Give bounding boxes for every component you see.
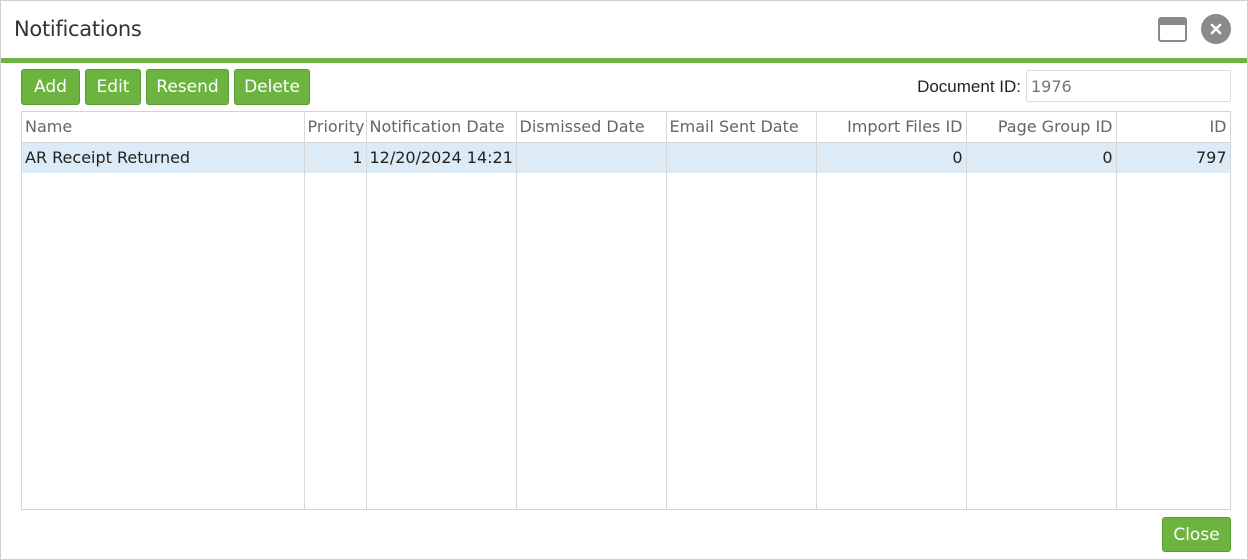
cell-email-sent-date bbox=[666, 142, 817, 173]
document-id-input[interactable] bbox=[1026, 70, 1231, 102]
resend-button[interactable]: Resend bbox=[146, 69, 229, 105]
window-maximize-icon[interactable] bbox=[1158, 17, 1187, 42]
table-header-row: Name Priority Notification Date Dismisse… bbox=[22, 112, 1230, 143]
notifications-dialog: Notifications Add Edit Resend Delete Doc… bbox=[0, 0, 1248, 560]
close-button[interactable]: Close bbox=[1162, 517, 1231, 552]
title-accent-divider bbox=[1, 58, 1247, 63]
edit-button[interactable]: Edit bbox=[85, 69, 141, 105]
column-header-email-sent-date[interactable]: Email Sent Date bbox=[666, 112, 817, 143]
cell-dismissed-date bbox=[516, 142, 667, 173]
close-circle-icon[interactable] bbox=[1201, 14, 1231, 44]
column-divider bbox=[516, 142, 517, 509]
column-divider bbox=[666, 142, 667, 509]
cell-name: AR Receipt Returned bbox=[22, 142, 305, 173]
column-header-import-files-id[interactable]: Import Files ID bbox=[816, 112, 967, 143]
cell-id: 797 bbox=[1116, 142, 1230, 173]
title-bar: Notifications bbox=[1, 1, 1247, 58]
column-divider bbox=[366, 142, 367, 509]
column-header-notification-date[interactable]: Notification Date bbox=[366, 112, 517, 143]
cell-page-group-id: 0 bbox=[966, 142, 1117, 173]
table-row[interactable]: AR Receipt Returned 1 12/20/2024 14:21 0… bbox=[22, 142, 1230, 173]
cell-import-files-id: 0 bbox=[816, 142, 967, 173]
cell-notification-date: 12/20/2024 14:21 bbox=[366, 142, 517, 173]
column-divider bbox=[1116, 142, 1117, 509]
column-header-dismissed-date[interactable]: Dismissed Date bbox=[516, 112, 667, 143]
document-id-label: Document ID: bbox=[917, 77, 1021, 96]
notifications-grid: Name Priority Notification Date Dismisse… bbox=[21, 111, 1231, 510]
dialog-title: Notifications bbox=[14, 17, 142, 41]
column-header-id[interactable]: ID bbox=[1116, 112, 1230, 143]
column-header-priority[interactable]: Priority bbox=[304, 112, 367, 143]
delete-button[interactable]: Delete bbox=[234, 69, 310, 105]
column-header-name[interactable]: Name bbox=[22, 112, 305, 143]
add-button[interactable]: Add bbox=[21, 69, 80, 105]
column-header-page-group-id[interactable]: Page Group ID bbox=[966, 112, 1117, 143]
column-divider bbox=[304, 142, 305, 509]
column-divider bbox=[966, 142, 967, 509]
column-divider bbox=[816, 142, 817, 509]
cell-priority: 1 bbox=[304, 142, 367, 173]
